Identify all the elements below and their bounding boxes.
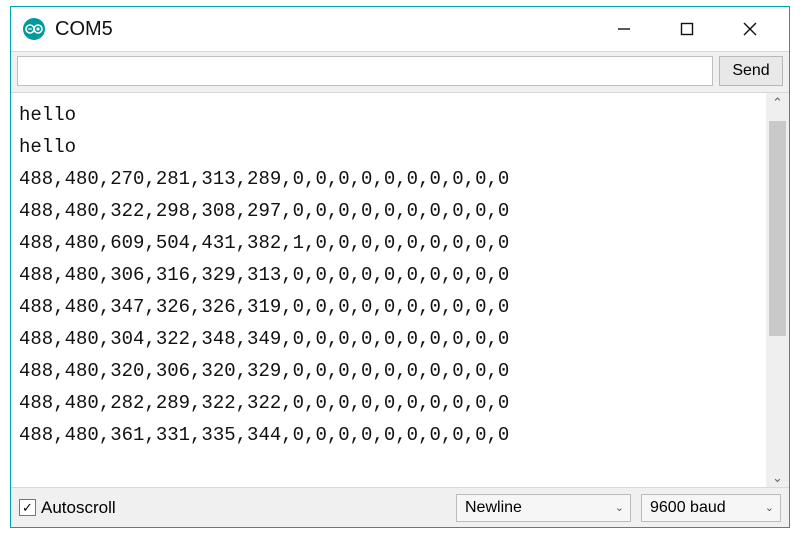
maximize-icon: [680, 22, 694, 36]
scrollbar-track[interactable]: [766, 109, 789, 471]
footer-bar: ✓ Autoscroll Newline ⌄ 9600 baud ⌄: [11, 487, 789, 527]
titlebar: COM5: [11, 7, 789, 51]
window-title: COM5: [55, 18, 592, 41]
send-button[interactable]: Send: [719, 56, 783, 86]
window-controls: [592, 11, 781, 47]
chevron-down-icon: ⌄: [615, 501, 624, 514]
minimize-button[interactable]: [592, 11, 655, 47]
autoscroll-label: Autoscroll: [41, 498, 116, 518]
autoscroll-checkbox[interactable]: ✓: [19, 499, 36, 516]
close-icon: [743, 22, 757, 36]
serial-input[interactable]: [17, 56, 713, 86]
autoscroll-option[interactable]: ✓ Autoscroll: [19, 498, 446, 518]
checkmark-icon: ✓: [22, 501, 33, 514]
serial-output: hello hello 488,480,270,281,313,289,0,0,…: [11, 93, 766, 487]
serial-monitor-window: COM5 Send hello h: [10, 6, 790, 528]
arduino-logo-icon: [23, 18, 45, 40]
baud-rate-select[interactable]: 9600 baud ⌄: [641, 494, 781, 522]
close-button[interactable]: [718, 11, 781, 47]
scroll-down-icon[interactable]: ⌄: [772, 471, 783, 484]
line-ending-value: Newline: [465, 499, 522, 517]
baud-rate-value: 9600 baud: [650, 499, 726, 517]
scrollbar-thumb[interactable]: [769, 121, 786, 336]
minimize-icon: [617, 22, 631, 36]
maximize-button[interactable]: [655, 11, 718, 47]
output-area: hello hello 488,480,270,281,313,289,0,0,…: [11, 93, 789, 487]
line-ending-select[interactable]: Newline ⌄: [456, 494, 631, 522]
chevron-down-icon: ⌄: [765, 501, 774, 514]
send-row: Send: [11, 51, 789, 93]
vertical-scrollbar[interactable]: ⌃ ⌄: [766, 93, 789, 487]
scroll-up-icon[interactable]: ⌃: [772, 96, 783, 109]
